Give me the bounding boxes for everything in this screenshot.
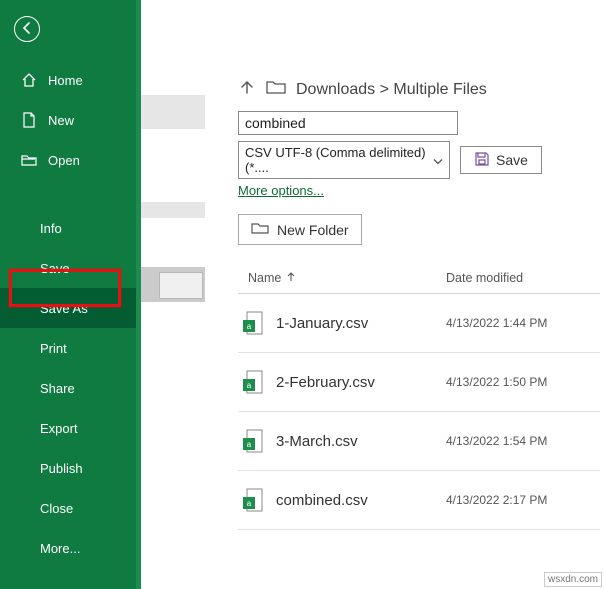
up-arrow-icon[interactable] bbox=[238, 78, 256, 101]
home-icon bbox=[20, 72, 38, 88]
file-date: 4/13/2022 1:44 PM bbox=[446, 316, 596, 330]
backstage-sidebar: Home New Open Info Save Save As Print Sh… bbox=[0, 0, 136, 589]
nav-share[interactable]: Share bbox=[0, 368, 136, 408]
excel-csv-icon: a bbox=[242, 369, 264, 395]
nav-more-label: More... bbox=[40, 541, 80, 556]
header-date[interactable]: Date modified bbox=[446, 271, 596, 285]
file-row[interactable]: a combined.csv 4/13/2022 2:17 PM bbox=[238, 471, 600, 530]
file-name: 2-February.csv bbox=[264, 374, 446, 391]
svg-text:a: a bbox=[247, 381, 252, 390]
nav-close-label: Close bbox=[40, 501, 73, 516]
save-button[interactable]: Save bbox=[460, 146, 542, 174]
nav-new-label: New bbox=[48, 113, 74, 128]
watermark: wsxdn.com bbox=[544, 572, 602, 587]
new-folder-icon bbox=[251, 221, 269, 238]
nav-save-label: Save bbox=[40, 261, 70, 276]
nav-info-label: Info bbox=[40, 221, 62, 236]
svg-text:a: a bbox=[247, 322, 252, 331]
svg-text:a: a bbox=[247, 440, 252, 449]
excel-csv-icon: a bbox=[242, 428, 264, 454]
file-date: 4/13/2022 2:17 PM bbox=[446, 493, 596, 507]
file-name: combined.csv bbox=[264, 492, 446, 509]
nav-close[interactable]: Close bbox=[0, 488, 136, 528]
arrow-left-icon bbox=[20, 21, 34, 38]
nav-save-as[interactable]: Save As bbox=[0, 288, 136, 328]
nav-open[interactable]: Open bbox=[0, 140, 136, 180]
nav-info[interactable]: Info bbox=[0, 208, 136, 248]
nav-save[interactable]: Save bbox=[0, 248, 136, 288]
nav-publish[interactable]: Publish bbox=[0, 448, 136, 488]
nav-more[interactable]: More... bbox=[0, 528, 136, 568]
breadcrumb: Downloads > Multiple Files bbox=[238, 78, 600, 101]
nav-export-label: Export bbox=[40, 421, 78, 436]
middle-panel-cropped bbox=[141, 0, 205, 589]
svg-text:a: a bbox=[247, 499, 252, 508]
save-button-label: Save bbox=[496, 152, 528, 168]
back-button[interactable] bbox=[14, 16, 40, 42]
file-date: 4/13/2022 1:54 PM bbox=[446, 434, 596, 448]
more-options-link[interactable]: More options... bbox=[238, 183, 324, 198]
excel-csv-icon: a bbox=[242, 487, 264, 513]
file-row[interactable]: a 2-February.csv 4/13/2022 1:50 PM bbox=[238, 353, 600, 412]
file-name: 3-March.csv bbox=[264, 433, 446, 450]
breadcrumb-path[interactable]: Downloads > Multiple Files bbox=[296, 81, 487, 99]
document-icon bbox=[20, 112, 38, 128]
excel-csv-icon: a bbox=[242, 310, 264, 336]
nav-export[interactable]: Export bbox=[0, 408, 136, 448]
file-name: 1-January.csv bbox=[264, 315, 446, 332]
filetype-value: CSV UTF-8 (Comma delimited) (*.... bbox=[245, 145, 426, 175]
sort-asc-icon bbox=[287, 271, 295, 285]
nav-share-label: Share bbox=[40, 381, 75, 396]
nav-open-label: Open bbox=[48, 153, 80, 168]
nav-print[interactable]: Print bbox=[0, 328, 136, 368]
save-disk-icon bbox=[474, 151, 490, 170]
file-list-header: Name Date modified bbox=[238, 263, 600, 294]
file-date: 4/13/2022 1:50 PM bbox=[446, 375, 596, 389]
save-as-panel: Downloads > Multiple Files CSV UTF-8 (Co… bbox=[238, 78, 600, 589]
header-name[interactable]: Name bbox=[242, 271, 446, 285]
nav-home[interactable]: Home bbox=[0, 60, 136, 100]
nav-print-label: Print bbox=[40, 341, 67, 356]
chevron-down-icon bbox=[433, 153, 443, 168]
new-folder-label: New Folder bbox=[277, 222, 349, 238]
filename-input[interactable] bbox=[238, 111, 458, 135]
folder-icon bbox=[266, 79, 286, 100]
nav-publish-label: Publish bbox=[40, 461, 83, 476]
new-folder-button[interactable]: New Folder bbox=[238, 214, 362, 245]
nav-new[interactable]: New bbox=[0, 100, 136, 140]
nav-saveas-label: Save As bbox=[40, 301, 88, 316]
file-row[interactable]: a 1-January.csv 4/13/2022 1:44 PM bbox=[238, 294, 600, 353]
file-row[interactable]: a 3-March.csv 4/13/2022 1:54 PM bbox=[238, 412, 600, 471]
nav-home-label: Home bbox=[48, 73, 83, 88]
filetype-dropdown[interactable]: CSV UTF-8 (Comma delimited) (*.... bbox=[238, 141, 450, 179]
folder-open-icon bbox=[20, 153, 38, 167]
